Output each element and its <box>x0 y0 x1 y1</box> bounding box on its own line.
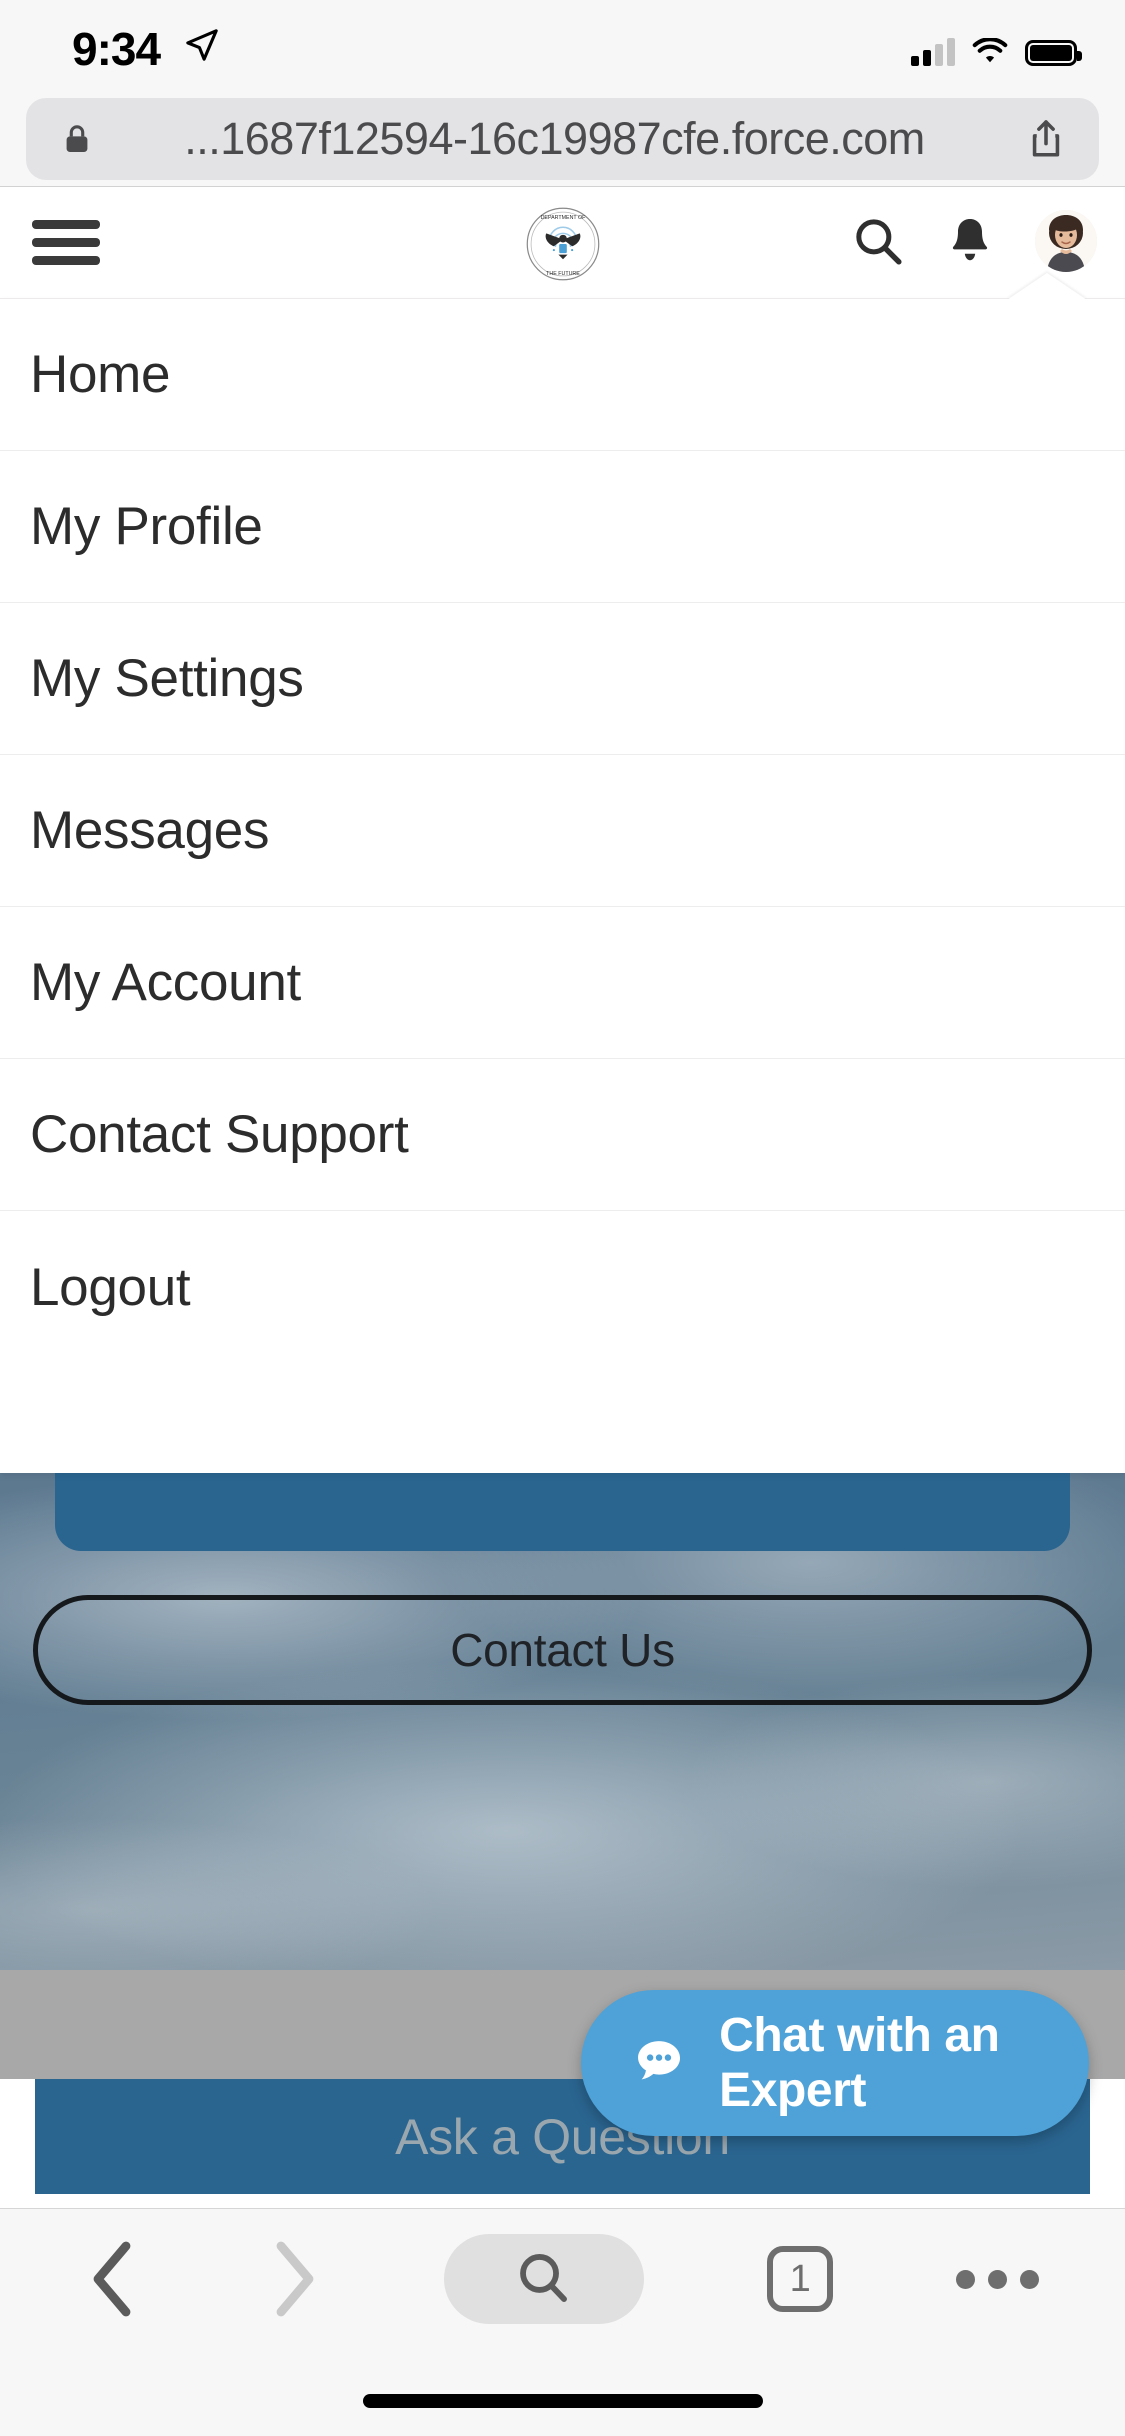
signal-bars-icon <box>911 38 955 66</box>
menu-item-my-account[interactable]: My Account <box>0 907 1125 1059</box>
seal-text-top: DEPARTMENT OF <box>540 215 586 221</box>
toolbar-buttons-row: 1 <box>0 2209 1125 2349</box>
url-text: ...1687f12594-16c19987cfe.force.com <box>184 113 925 164</box>
status-bar-indicators <box>911 28 1082 66</box>
chat-with-expert-button[interactable]: Chat with an Expert <box>581 1990 1089 2136</box>
dropdown-caret-icon <box>1007 273 1087 300</box>
magnifier-icon <box>520 2254 567 2302</box>
safari-url-bar-container: ...1687f12594-16c19987cfe.force.com <box>0 92 1125 187</box>
hamburger-menu-icon[interactable] <box>32 220 100 266</box>
seal-text-bottom: THE FUTURE <box>546 271 580 277</box>
header-icon-group <box>851 210 1097 272</box>
menu-item-my-settings[interactable]: My Settings <box>0 603 1125 755</box>
menu-item-contact-support[interactable]: Contact Support <box>0 1059 1125 1211</box>
search-button[interactable] <box>443 2234 644 2324</box>
tabs-button[interactable]: 1 <box>767 2246 834 2312</box>
phone-screen: 9:34 ...1687f12594-16c19987cfe.force.com <box>0 0 1125 2436</box>
hero-sky-image: Contact Us <box>0 1301 1125 1970</box>
safari-bottom-toolbar: 1 <box>0 2208 1125 2436</box>
chat-button-label: Chat with an Expert <box>719 2009 1000 2117</box>
site-header: DEPARTMENT OF THE FUTURE <box>0 188 1125 298</box>
share-icon[interactable] <box>1029 118 1063 160</box>
url-bar[interactable]: ...1687f12594-16c19987cfe.force.com <box>26 98 1099 180</box>
battery-full-icon <box>1025 40 1082 66</box>
profile-dropdown-menu: Home My Profile My Settings Messages My … <box>0 273 1125 1473</box>
home-indicator <box>362 2394 763 2408</box>
contact-us-button[interactable]: Contact Us <box>33 1595 1092 1705</box>
forward-button[interactable] <box>265 2240 321 2318</box>
department-seal-logo[interactable]: DEPARTMENT OF THE FUTURE <box>525 206 601 282</box>
avatar[interactable] <box>1035 210 1097 272</box>
location-arrow-icon <box>186 29 218 61</box>
menu-item-logout[interactable]: Logout <box>0 1211 1125 1363</box>
more-button[interactable] <box>956 2269 1040 2289</box>
menu-item-messages[interactable]: Messages <box>0 755 1125 907</box>
wifi-icon <box>972 38 1008 63</box>
status-bar-time: 9:34 <box>72 23 161 75</box>
back-button[interactable] <box>86 2240 142 2318</box>
bell-icon[interactable] <box>943 211 997 271</box>
chat-bubble-icon <box>638 2041 681 2080</box>
ios-status-bar: 9:34 <box>0 0 1125 92</box>
search-icon[interactable] <box>851 211 905 271</box>
menu-item-home[interactable]: Home <box>0 299 1125 451</box>
menu-item-my-profile[interactable]: My Profile <box>0 451 1125 603</box>
